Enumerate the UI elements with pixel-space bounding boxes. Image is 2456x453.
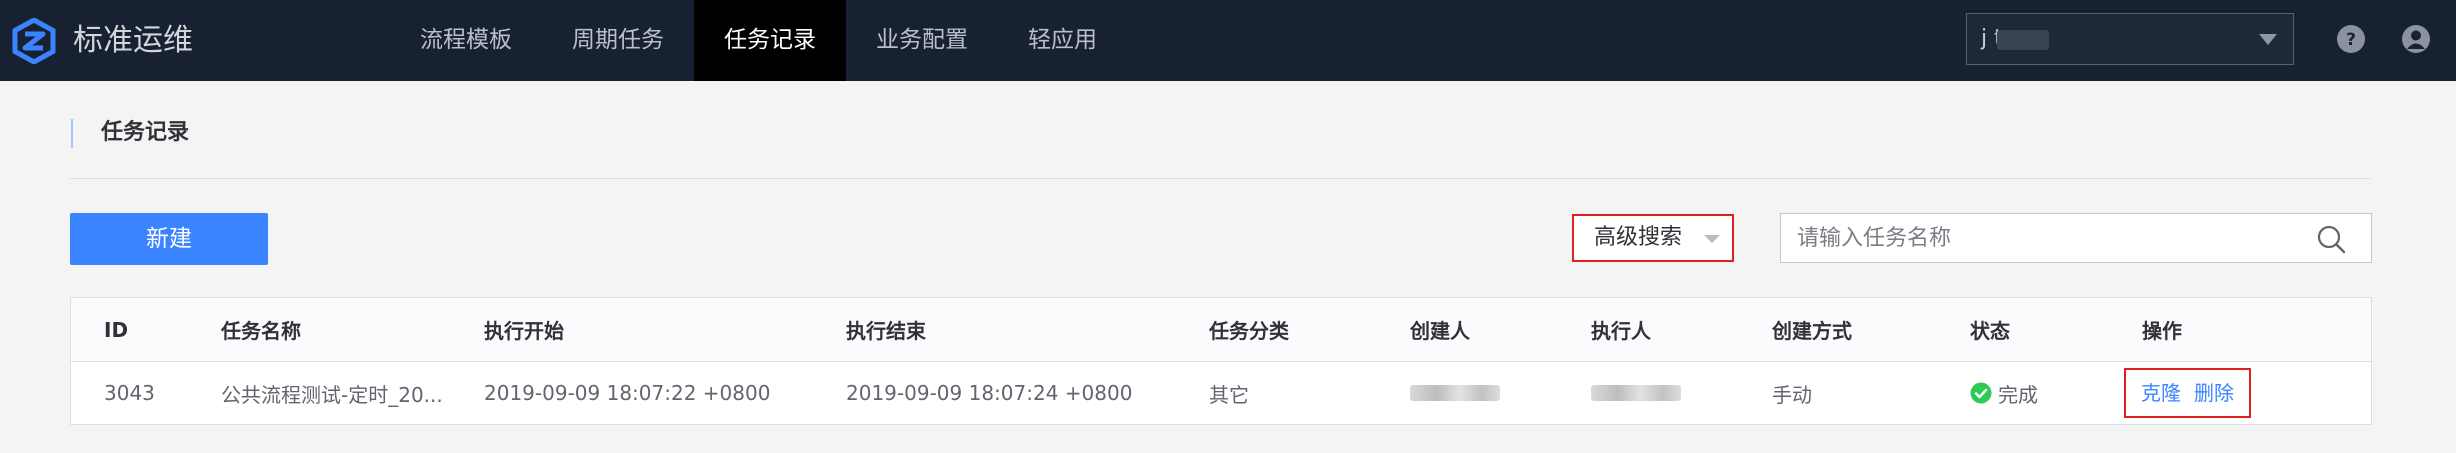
nav-item-task-records[interactable]: 任务记录: [694, 0, 846, 81]
blurred-executor-name: [1591, 385, 1681, 401]
search-icon[interactable]: [2316, 224, 2346, 254]
row-executor: [1591, 362, 1681, 424]
advanced-search-label: 高级搜索: [1594, 225, 1683, 250]
success-check-icon: [1970, 382, 1992, 404]
delete-button[interactable]: 删除: [2194, 370, 2234, 416]
row-creator: [1410, 362, 1500, 424]
row-exec-start: 2019-09-09 18:07:22 +0800: [484, 381, 771, 405]
nav-item-periodic-tasks[interactable]: 周期任务: [542, 0, 694, 81]
column-header-category: 任务分类: [1209, 319, 1289, 343]
status-label: 完成: [1998, 382, 2038, 407]
top-navigation-bar: 标准运维 流程模板 周期任务 任务记录 业务配置 轻应用 j t ?: [0, 0, 2456, 81]
column-header-creator: 创建人: [1410, 319, 1470, 343]
caret-down-icon: [1704, 235, 1720, 243]
column-header-exec-start: 执行开始: [484, 319, 564, 343]
table-row: 3043 公共流程测试-定时_20... 2019-09-09 18:07:22…: [71, 362, 2371, 424]
row-actions: 克隆 删除: [2124, 368, 2251, 418]
row-task-name-link[interactable]: 公共流程测试-定时_20...: [221, 362, 443, 424]
row-status: 完成: [1970, 362, 2038, 424]
column-header-status: 状态: [1970, 319, 2010, 343]
nav-item-business-config[interactable]: 业务配置: [846, 0, 998, 81]
column-header-exec-end: 执行结束: [846, 319, 926, 343]
column-header-id: ID: [104, 317, 129, 342]
row-exec-end: 2019-09-09 18:07:24 +0800: [846, 381, 1133, 405]
row-category: 其它: [1209, 382, 1249, 407]
column-header-create-method: 创建方式: [1772, 319, 1852, 343]
chevron-down-icon: [2259, 34, 2277, 45]
blurred-creator-name: [1410, 385, 1500, 401]
svg-text:?: ?: [2346, 30, 2356, 50]
logo-icon[interactable]: [10, 18, 58, 64]
row-id: 3043: [104, 381, 155, 405]
user-icon[interactable]: [2401, 24, 2431, 54]
business-selector[interactable]: j t: [1966, 13, 2294, 65]
task-records-table: ID 任务名称 执行开始 执行结束 任务分类 创建人 执行人 创建方式 状态 操…: [70, 297, 2372, 425]
advanced-search-toggle[interactable]: 高级搜索: [1572, 214, 1734, 262]
title-divider: [70, 178, 2370, 179]
nav-item-flow-templates[interactable]: 流程模板: [390, 0, 542, 81]
main-nav: 流程模板 周期任务 任务记录 业务配置 轻应用: [390, 0, 1127, 81]
nav-item-light-apps[interactable]: 轻应用: [998, 0, 1127, 81]
clone-button[interactable]: 克隆: [2141, 370, 2181, 416]
column-header-task-name: 任务名称: [221, 319, 301, 343]
row-create-method: 手动: [1772, 382, 1812, 407]
task-name-search-input[interactable]: [1780, 213, 2372, 263]
title-accent-bar: [71, 119, 73, 148]
column-header-actions: 操作: [2142, 319, 2182, 343]
blurred-text-mask: [1997, 30, 2049, 50]
app-brand-title[interactable]: 标准运维: [73, 18, 193, 64]
new-task-button[interactable]: 新建: [70, 213, 268, 265]
table-header: ID 任务名称 执行开始 执行结束 任务分类 创建人 执行人 创建方式 状态 操…: [71, 298, 2371, 362]
column-header-executor: 执行人: [1591, 319, 1651, 343]
page-title: 任务记录: [101, 120, 190, 145]
help-icon[interactable]: ?: [2336, 24, 2366, 54]
